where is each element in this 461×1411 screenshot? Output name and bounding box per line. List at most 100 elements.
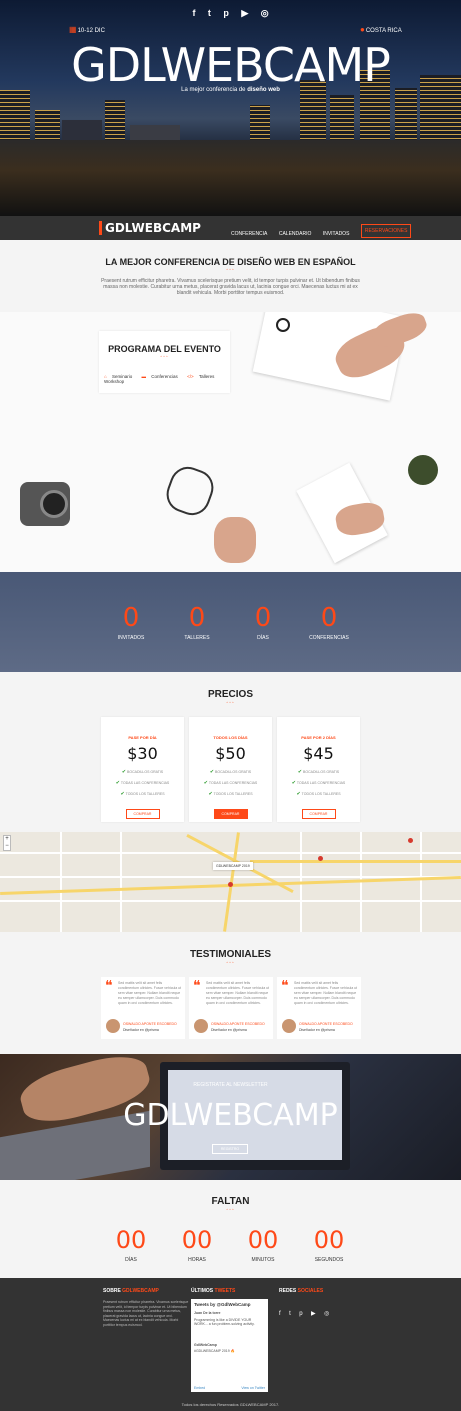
facebook-icon[interactable]: f bbox=[192, 8, 195, 18]
testimonial-card: ❝ Sed mattis velit sit amet felis condim… bbox=[101, 977, 185, 1039]
feature-item: ✔BOCADILLOS GRATIS bbox=[277, 769, 360, 775]
check-icon: ✔ bbox=[297, 769, 303, 775]
feature-item: ✔TODOS LOS TALLERES bbox=[277, 791, 360, 797]
map-pin-icon[interactable] bbox=[318, 856, 323, 861]
zoom-out-button[interactable]: − bbox=[4, 843, 10, 850]
twitter-widget[interactable]: Tweets by @GdlWebCamp Juan De la torre P… bbox=[191, 1299, 268, 1392]
feature-item: ✔TODAS LAS CONFERENCIAS bbox=[101, 780, 184, 786]
footer-about-title: SOBRE GDLWEBCAMP bbox=[103, 1288, 189, 1294]
footer-about-title-text: SOBRE bbox=[103, 1288, 123, 1294]
pinterest-icon[interactable]: p bbox=[299, 1311, 302, 1317]
twitter-icon[interactable]: t bbox=[208, 8, 211, 18]
countdown-label: MINUTOS bbox=[251, 1257, 275, 1263]
testimonial-card: ❝ Sed mattis velit sit amet felis condim… bbox=[189, 977, 273, 1039]
check-icon: ✔ bbox=[291, 780, 296, 786]
feature-list: ✔BOCADILLOS GRATIS ✔TODAS LAS CONFERENCI… bbox=[189, 769, 272, 797]
pinterest-icon[interactable]: p bbox=[223, 8, 229, 18]
footer-tweets: ÚLTIMOS TWEETS bbox=[191, 1288, 235, 1294]
pricing-section: PRECIOS ◦◦◦ PASE POR DÍA $30 ✔BOCADILLOS… bbox=[0, 672, 461, 832]
twitter-icon[interactable]: t bbox=[289, 1311, 291, 1317]
testimonial-name: OSWALDO APONTE ESCOBEDO bbox=[299, 1022, 353, 1026]
check-icon: ✔ bbox=[296, 791, 301, 797]
countdown-value: 00 bbox=[247, 1226, 279, 1254]
tweet-embed-link[interactable]: Embed bbox=[194, 1386, 205, 1390]
instagram-icon[interactable]: ◎ bbox=[324, 1310, 329, 1317]
location-map[interactable]: + − GDLWEBCAMP 2019 bbox=[0, 832, 461, 932]
price-amount: $50 bbox=[215, 744, 246, 763]
instagram-icon[interactable]: ◎ bbox=[261, 8, 269, 19]
countdown-seconds: 00 SEGUNDOS bbox=[299, 1226, 359, 1263]
register-button[interactable]: REGISTRO bbox=[212, 1144, 248, 1154]
countdown-label: HORAS bbox=[188, 1257, 206, 1263]
intro-text: Praesent rutrum efficitur pharetra. Viva… bbox=[101, 278, 360, 296]
check-icon: ✔ bbox=[115, 780, 120, 786]
calendar-icon: ▦ bbox=[69, 25, 77, 34]
price-card-featured: TODOS LOS DÍAS $50 ✔BOCADILLOS GRATIS ✔T… bbox=[189, 717, 272, 822]
price-tier: TODOS LOS DÍAS bbox=[213, 735, 248, 740]
counter-value: 0 bbox=[320, 603, 338, 633]
feature-text: TODOS LOS TALLERES bbox=[301, 792, 341, 796]
program-tabs: ⌂ Seminario ▬ Conferencias </> Talleres … bbox=[104, 374, 229, 384]
main-navbar: GDLWEBCAMP CONFERENCIA CALENDARIO INVITA… bbox=[0, 216, 461, 240]
code-icon: </> bbox=[187, 374, 194, 379]
countdown-section: FALTAN ◦◦◦ 00 DÍAS 00 HORAS 00 MINUTOS 0… bbox=[0, 1180, 461, 1278]
map-popup-label: GDLWEBCAMP 2019 bbox=[213, 862, 253, 870]
newsletter-banner: REGISTRATE AL NEWSLETTER GDLWEBCAMP REGI… bbox=[0, 1054, 461, 1180]
nav-item-invitados[interactable]: INVITADOS bbox=[323, 231, 350, 237]
map-pin-icon[interactable] bbox=[228, 882, 233, 887]
footer-social-title-accent: SOCIALES bbox=[297, 1288, 324, 1294]
youtube-icon[interactable]: ▶ bbox=[311, 1310, 316, 1317]
facebook-icon[interactable]: f bbox=[279, 1311, 281, 1317]
counter-invitados: 0 INVITADOS bbox=[101, 603, 161, 641]
comment-icon: ▬ bbox=[141, 374, 147, 379]
testimonial-role: Diseñador en @prisma bbox=[211, 1028, 247, 1032]
counter-label: INVITADOS bbox=[117, 635, 145, 641]
price-tier: PASE POR 2 DÍAS bbox=[301, 735, 336, 740]
testimonial-name: OSWALDO APONTE ESCOBEDO bbox=[123, 1022, 177, 1026]
feature-text: TODOS LOS TALLERES bbox=[125, 792, 165, 796]
map-pin-icon[interactable] bbox=[408, 838, 413, 843]
feature-list: ✔BOCADILLOS GRATIS ✔TODAS LAS CONFERENCI… bbox=[101, 769, 184, 797]
nav-item-calendario[interactable]: CALENDARIO bbox=[279, 231, 312, 237]
hand-image bbox=[214, 517, 256, 563]
tab-workshop[interactable]: Workshop bbox=[104, 379, 128, 384]
feature-list: ✔BOCADILLOS GRATIS ✔TODAS LAS CONFERENCI… bbox=[277, 769, 360, 797]
buy-button[interactable]: COMPRAR bbox=[301, 809, 336, 819]
zoom-in-button[interactable]: + bbox=[4, 836, 10, 843]
check-icon: ✔ bbox=[120, 791, 125, 797]
plant-image bbox=[408, 455, 438, 485]
buy-button[interactable]: COMPRAR bbox=[125, 809, 160, 819]
price-amount: $30 bbox=[127, 744, 158, 763]
intro-section: LA MEJOR CONFERENCIA DE DISEÑO WEB EN ES… bbox=[0, 240, 461, 312]
testimonial-name: OSWALDO APONTE ESCOBEDO bbox=[211, 1022, 265, 1026]
check-icon: ✔ bbox=[208, 791, 213, 797]
avatar bbox=[194, 1019, 208, 1033]
check-icon: ✔ bbox=[209, 769, 215, 775]
tab-talleres[interactable]: </> Talleres bbox=[187, 374, 218, 379]
price-amount: $45 bbox=[303, 744, 334, 763]
avatar bbox=[282, 1019, 296, 1033]
youtube-icon[interactable]: ▶ bbox=[241, 8, 248, 19]
hero-title: GDLWEBCAMP bbox=[71, 38, 391, 92]
nav-item-conferencia[interactable]: CONFERENCIA bbox=[231, 231, 267, 237]
buy-button[interactable]: COMPRAR bbox=[213, 809, 248, 819]
footer-about-text: Praesent rutrum efficitur pharetra. Viva… bbox=[103, 1300, 189, 1327]
countdown-title: FALTAN bbox=[211, 1196, 250, 1207]
site-footer: SOBRE GDLWEBCAMP Praesent rutrum efficit… bbox=[0, 1278, 461, 1411]
counter-value: 0 bbox=[122, 603, 140, 633]
testimonial-text: Sed mattis velit sit amet felis condimen… bbox=[206, 981, 270, 1005]
tab-conferencias[interactable]: ▬ Conferencias bbox=[142, 374, 182, 379]
view-on-twitter-link[interactable]: View on Twitter bbox=[241, 1386, 265, 1390]
site-logo[interactable]: GDLWEBCAMP bbox=[99, 221, 201, 235]
footer-social-links: f t p ▶ ◎ bbox=[279, 1302, 333, 1320]
counters-section: 0 INVITADOS 0 TALLERES 0 DÍAS 0 CONFEREN… bbox=[0, 572, 461, 672]
nav-item-reservaciones[interactable]: RESERVACIONES bbox=[360, 224, 412, 238]
feature-text: TODAS LAS CONFERENCIAS bbox=[296, 781, 346, 785]
testimonial-text: Sed mattis velit sit amet felis condimen… bbox=[294, 981, 358, 1005]
watch-icon bbox=[276, 318, 290, 332]
footer-social-title-text: REDES bbox=[279, 1288, 298, 1294]
feature-item: ✔BOCADILLOS GRATIS bbox=[189, 769, 272, 775]
intro-title: LA MEJOR CONFERENCIA DE DISEÑO WEB EN ES… bbox=[105, 257, 356, 267]
countdown-label: DÍAS bbox=[125, 1257, 137, 1263]
countdown-hours: 00 HORAS bbox=[167, 1226, 227, 1263]
